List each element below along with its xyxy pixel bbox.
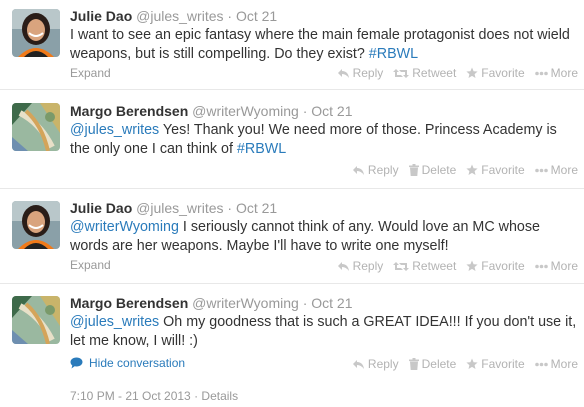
avatar-julie[interactable] xyxy=(12,201,60,249)
tweet-author-name[interactable]: Margo Berendsen xyxy=(70,103,188,119)
star-icon xyxy=(466,358,478,369)
tweet-actions: Reply Retweet Favorite More xyxy=(337,66,578,80)
delete-button[interactable]: Delete xyxy=(408,163,456,177)
mention-link[interactable]: @jules_writes xyxy=(70,122,159,138)
delete-button[interactable]: Delete xyxy=(408,357,456,371)
tweet-time[interactable]: Oct 21 xyxy=(236,8,277,24)
tweet-author-name[interactable]: Julie Dao xyxy=(70,8,132,24)
more-dots-icon xyxy=(534,71,548,75)
separator-dot: · xyxy=(194,389,199,403)
tweet-text: @jules_writes Oh my goodness that is suc… xyxy=(70,314,577,349)
more-button[interactable]: More xyxy=(534,66,578,80)
hashtag-link[interactable]: #RBWL xyxy=(369,46,418,62)
favorite-button[interactable]: Favorite xyxy=(466,66,525,80)
favorite-button[interactable]: Favorite xyxy=(466,357,525,371)
avatar-julie[interactable] xyxy=(12,9,60,57)
conversation-bubble-icon xyxy=(70,357,83,369)
separator-dot: · xyxy=(227,200,233,216)
more-dots-icon xyxy=(534,168,548,172)
mention-link[interactable]: @jules_writes xyxy=(70,314,159,330)
tweet-time[interactable]: Oct 21 xyxy=(311,103,352,119)
tweet-author-name[interactable]: Margo Berendsen xyxy=(70,295,188,311)
julie-avatar-icon xyxy=(12,201,60,249)
hide-conversation-link[interactable]: Hide conversation xyxy=(70,356,185,370)
details-link[interactable]: Details xyxy=(201,389,238,403)
reply-icon xyxy=(352,359,364,369)
tweet-actions: Reply Retweet Favorite More xyxy=(337,259,578,273)
tweet-username[interactable]: @writerWyoming xyxy=(192,103,299,119)
tweet-timestamp-row: 7:10 PM - 21 Oct 2013 · Details xyxy=(70,389,238,403)
avatar-margo[interactable] xyxy=(12,103,60,151)
tweet-2[interactable]: Margo Berendsen @writerWyoming · Oct 21 … xyxy=(0,91,584,189)
more-button[interactable]: More xyxy=(534,163,578,177)
margo-avatar-icon xyxy=(12,296,60,344)
reply-button[interactable]: Reply xyxy=(352,163,399,177)
reply-button[interactable]: Reply xyxy=(352,357,399,371)
avatar-margo[interactable] xyxy=(12,296,60,344)
more-button[interactable]: More xyxy=(534,259,578,273)
reply-icon xyxy=(337,68,349,78)
tweet-actions: Reply Delete Favorite More xyxy=(352,163,578,177)
more-dots-icon xyxy=(534,362,548,366)
hashtag-link[interactable]: #RBWL xyxy=(237,141,286,157)
separator-dot: · xyxy=(302,295,308,311)
more-dots-icon xyxy=(534,264,548,268)
star-icon xyxy=(466,260,478,271)
tweet-text: @jules_writes Yes! Thank you! We need mo… xyxy=(70,122,557,157)
favorite-button[interactable]: Favorite xyxy=(466,259,525,273)
reply-button[interactable]: Reply xyxy=(337,259,383,273)
retweet-icon xyxy=(393,261,410,271)
retweet-button[interactable]: Retweet xyxy=(393,66,456,80)
trash-icon xyxy=(408,164,419,176)
star-icon xyxy=(466,67,478,78)
tweet-text: I want to see an epic fantasy where the … xyxy=(70,27,570,62)
trash-icon xyxy=(408,358,419,370)
tweet-time[interactable]: Oct 21 xyxy=(311,295,352,311)
reply-icon xyxy=(352,165,364,175)
separator-dot: · xyxy=(302,103,308,119)
star-icon xyxy=(466,164,478,175)
tweet-actions: Reply Delete Favorite More xyxy=(352,357,578,371)
favorite-button[interactable]: Favorite xyxy=(466,163,525,177)
tweet-author-name[interactable]: Julie Dao xyxy=(70,200,132,216)
julie-avatar-icon xyxy=(12,9,60,57)
margo-avatar-icon xyxy=(12,103,60,151)
tweet-username[interactable]: @jules_writes xyxy=(136,8,223,24)
tweet-username[interactable]: @writerWyoming xyxy=(192,295,299,311)
expand-link[interactable]: Expand xyxy=(70,66,111,80)
retweet-button[interactable]: Retweet xyxy=(393,259,456,273)
tweet-time[interactable]: Oct 21 xyxy=(236,200,277,216)
reply-icon xyxy=(337,261,349,271)
tweet-4[interactable]: Margo Berendsen @writerWyoming · Oct 21 … xyxy=(0,285,584,407)
reply-button[interactable]: Reply xyxy=(337,66,383,80)
more-button[interactable]: More xyxy=(534,357,578,371)
tweet-3[interactable]: Julie Dao @jules_writes · Oct 21 @writer… xyxy=(0,190,584,284)
tweet-1[interactable]: Julie Dao @jules_writes · Oct 21 I want … xyxy=(0,0,584,90)
retweet-icon xyxy=(393,68,410,78)
tweet-timestamp[interactable]: 7:10 PM - 21 Oct 2013 xyxy=(70,389,191,403)
tweet-username[interactable]: @jules_writes xyxy=(136,200,223,216)
expand-link[interactable]: Expand xyxy=(70,258,111,272)
tweet-text: @writerWyoming I seriously cannot think … xyxy=(70,219,540,254)
mention-link[interactable]: @writerWyoming xyxy=(70,219,179,235)
separator-dot: · xyxy=(227,8,233,24)
